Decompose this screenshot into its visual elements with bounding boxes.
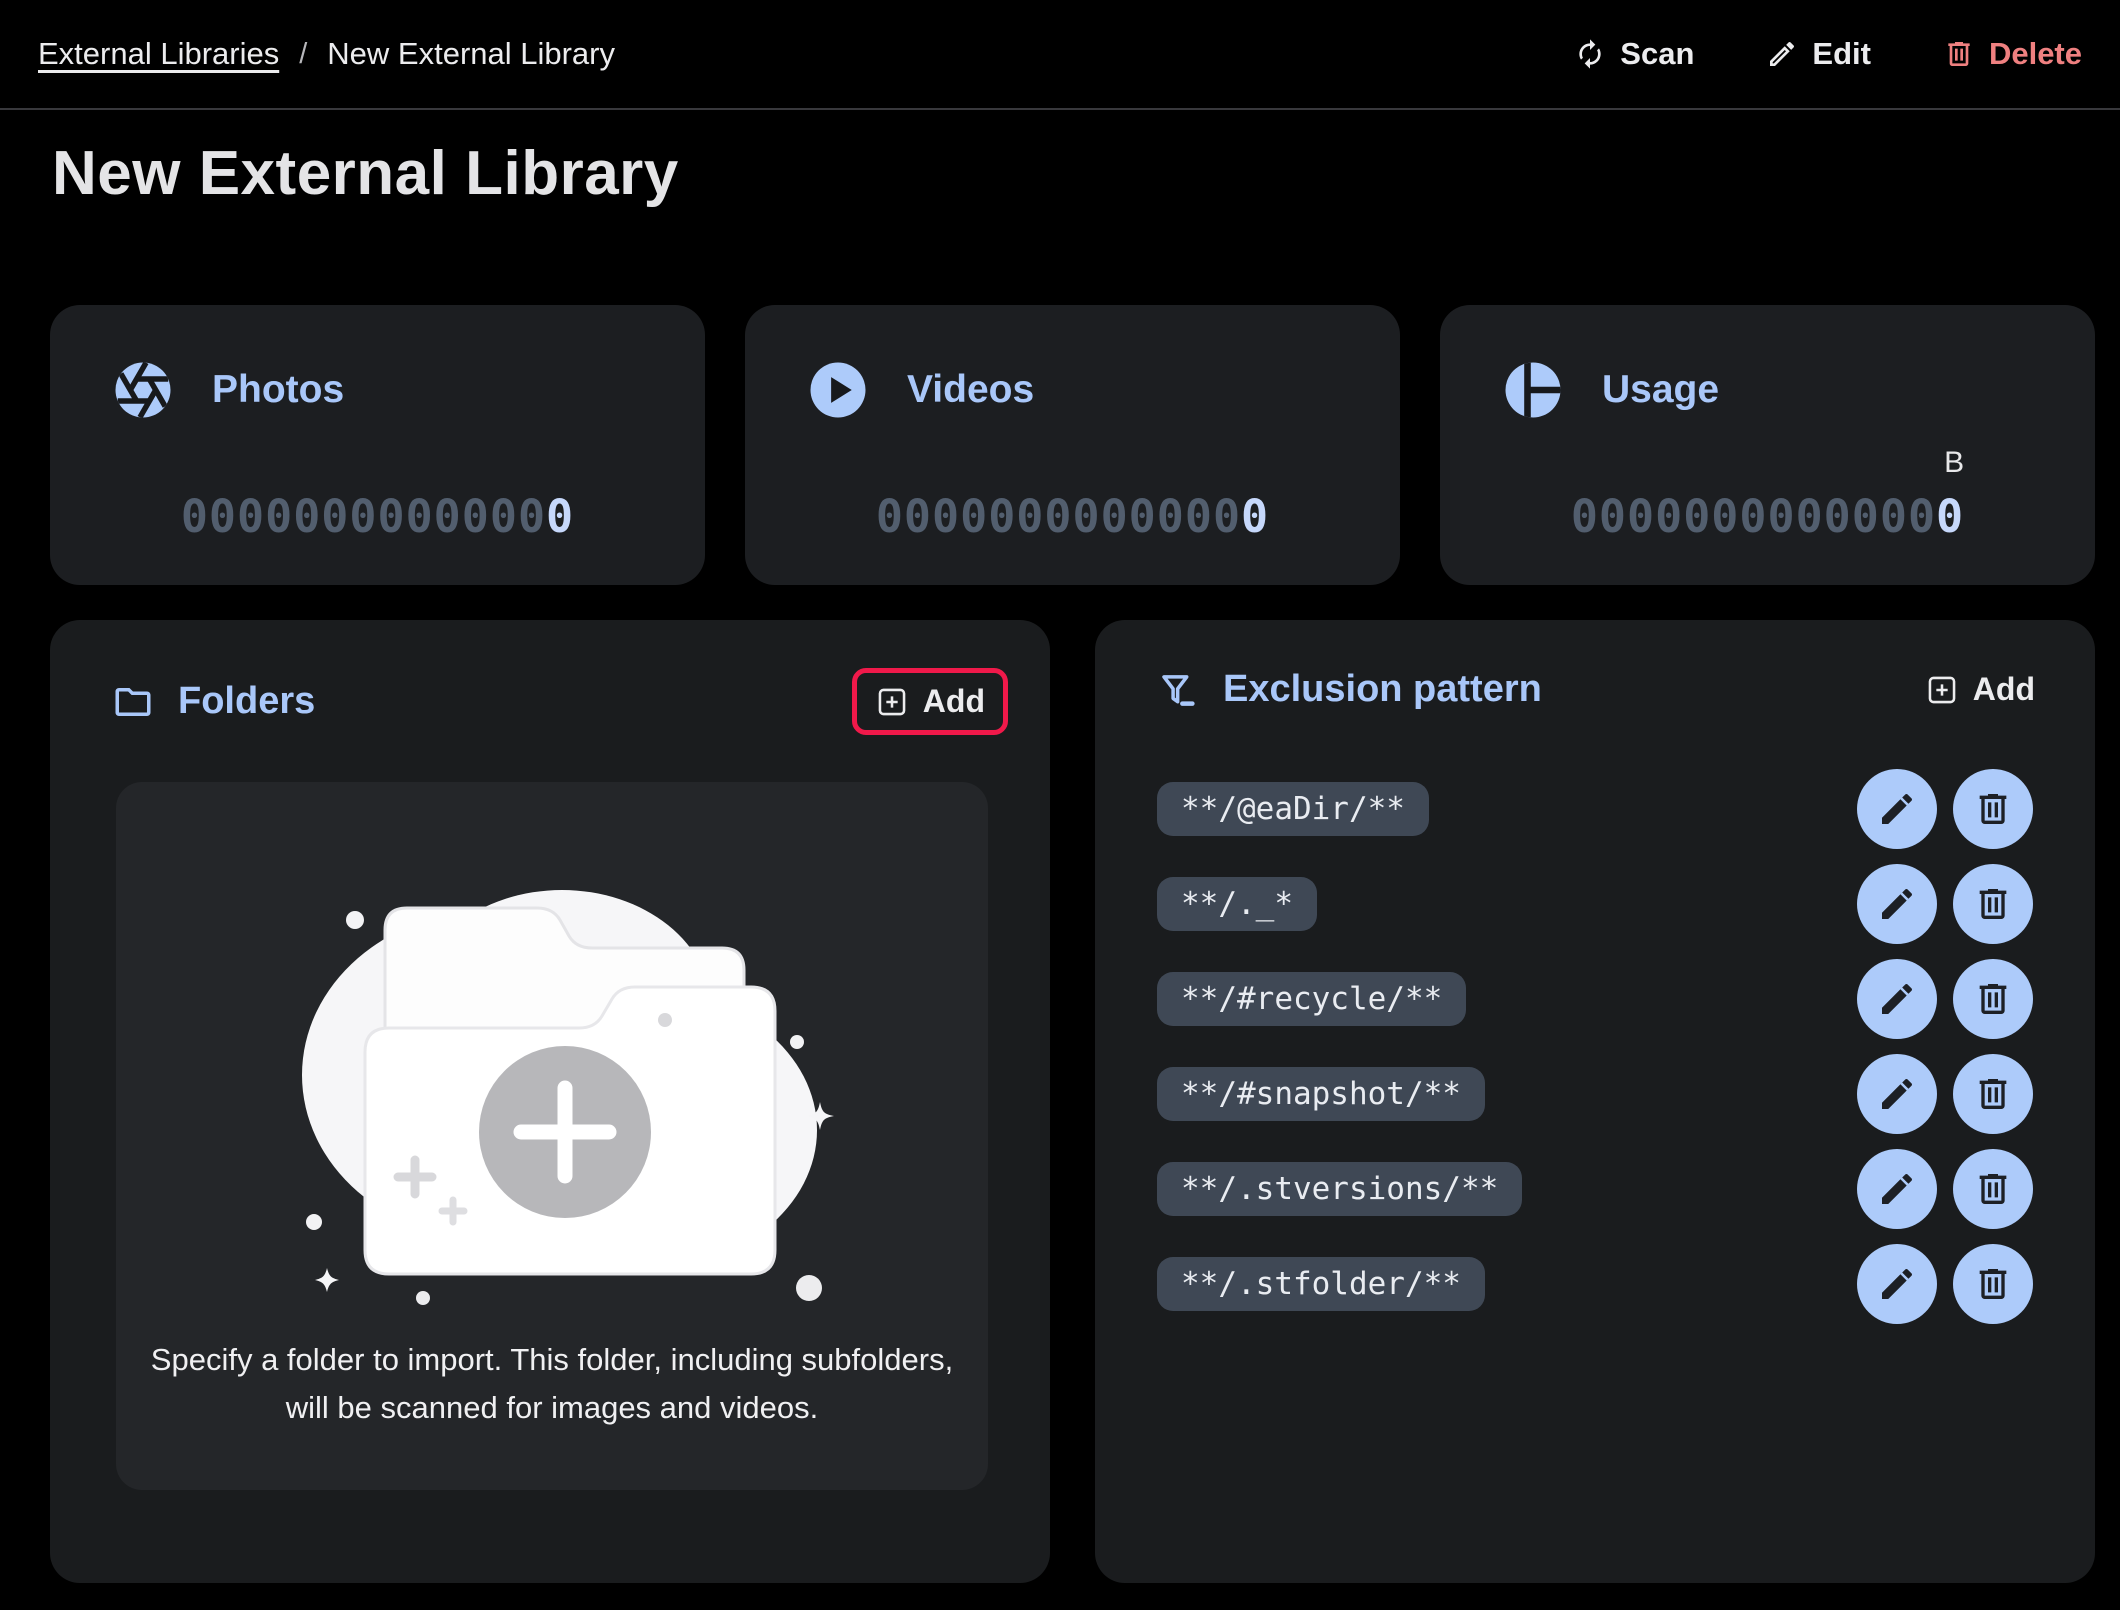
folders-add-label: Add: [923, 683, 985, 720]
folder-empty-illustration: [257, 830, 847, 1310]
folders-panel: Folders Add: [50, 620, 1050, 1583]
stat-label-videos: Videos: [907, 368, 1034, 412]
pattern-chip: **/#recycle/**: [1157, 972, 1466, 1026]
leading-zeros: 0000000000000: [1571, 490, 1936, 543]
exclusion-pattern-list: **/@eaDir/** **/._* **: [1095, 781, 2095, 1351]
plus-square-icon: [1925, 673, 1959, 707]
stats-row: Photos 00000000000000 Videos 00000000000…: [50, 305, 2095, 585]
stat-value: 0: [1241, 490, 1269, 543]
pattern-edit-button[interactable]: [1857, 1244, 1937, 1324]
pattern-edit-button[interactable]: [1857, 864, 1937, 944]
pattern-delete-button[interactable]: [1953, 864, 2033, 944]
breadcrumb-link-external-libraries[interactable]: External Libraries: [38, 36, 279, 72]
edit-button[interactable]: Edit: [1766, 36, 1871, 72]
pattern-row: **/._*: [1157, 876, 2033, 932]
target-highlight-ring: Add: [852, 668, 1008, 735]
pattern-delete-button[interactable]: [1953, 1149, 2033, 1229]
stat-value-usage: B00000000000000: [1440, 490, 2095, 543]
page-title: New External Library: [52, 138, 679, 209]
stat-value: 0: [546, 490, 574, 543]
exclusion-add-label: Add: [1973, 671, 2035, 708]
pattern-edit-button[interactable]: [1857, 959, 1937, 1039]
exclusion-pattern-panel: Exclusion pattern Add **/@eaDir/**: [1095, 620, 2095, 1583]
leading-zeros: 0000000000000: [181, 490, 546, 543]
stat-label-usage: Usage: [1602, 368, 1719, 412]
pattern-row: **/#snapshot/**: [1157, 1066, 2033, 1122]
pattern-edit-button[interactable]: [1857, 1054, 1937, 1134]
stat-label-photos: Photos: [212, 368, 344, 412]
aperture-icon: [110, 357, 176, 423]
delete-label: Delete: [1989, 36, 2082, 72]
breadcrumb-separator: /: [299, 38, 307, 71]
folder-icon: [112, 681, 154, 723]
breadcrumb: External Libraries / New External Librar…: [38, 36, 615, 72]
play-circle-icon: [805, 357, 871, 423]
trash-icon: [1943, 38, 1975, 70]
exclusion-add-button[interactable]: Add: [1925, 671, 2035, 708]
leading-zeros: 0000000000000: [876, 490, 1241, 543]
breadcrumb-current: New External Library: [327, 36, 615, 72]
stat-value: 0: [1936, 490, 1964, 543]
stat-card-usage: Usage B00000000000000: [1440, 305, 2095, 585]
plus-square-icon: [875, 685, 909, 719]
pattern-chip: **/#snapshot/**: [1157, 1067, 1485, 1121]
scan-button[interactable]: Scan: [1574, 36, 1694, 72]
folders-title-label: Folders: [178, 680, 315, 723]
pattern-delete-button[interactable]: [1953, 1244, 2033, 1324]
filter-minus-icon: [1157, 669, 1199, 711]
pattern-row: **/.stversions/**: [1157, 1161, 2033, 1217]
stat-unit-b: B: [1944, 446, 1964, 480]
pattern-edit-button[interactable]: [1857, 1149, 1937, 1229]
stat-card-photos: Photos 00000000000000: [50, 305, 705, 585]
pattern-chip: **/@eaDir/**: [1157, 782, 1429, 836]
header-actions: Scan Edit Delete: [1574, 36, 2082, 72]
pattern-row: **/@eaDir/**: [1157, 781, 2033, 837]
pattern-chip: **/.stfolder/**: [1157, 1257, 1485, 1311]
sync-icon: [1574, 38, 1606, 70]
stat-value-photos: 00000000000000: [50, 490, 705, 543]
exclusion-title-label: Exclusion pattern: [1223, 668, 1542, 711]
pattern-delete-button[interactable]: [1953, 769, 2033, 849]
stat-value-videos: 00000000000000: [745, 490, 1400, 543]
pencil-icon: [1766, 38, 1798, 70]
delete-button[interactable]: Delete: [1943, 36, 2082, 72]
header-bar: External Libraries / New External Librar…: [0, 0, 2120, 110]
pattern-chip: **/.stversions/**: [1157, 1162, 1522, 1216]
folders-panel-title: Folders: [112, 680, 315, 723]
exclusion-panel-title: Exclusion pattern: [1157, 668, 1542, 711]
pattern-delete-button[interactable]: [1953, 1054, 2033, 1134]
folders-empty-text: Specify a folder to import. This folder,…: [147, 1336, 957, 1433]
folders-add-button[interactable]: Add: [875, 683, 985, 720]
edit-label: Edit: [1812, 36, 1871, 72]
pattern-chip: **/._*: [1157, 877, 1317, 931]
pattern-edit-button[interactable]: [1857, 769, 1937, 849]
folders-empty-state: Specify a folder to import. This folder,…: [116, 782, 988, 1490]
pie-chart-icon: [1500, 357, 1566, 423]
stat-card-videos: Videos 00000000000000: [745, 305, 1400, 585]
pattern-delete-button[interactable]: [1953, 959, 2033, 1039]
scan-label: Scan: [1620, 36, 1694, 72]
pattern-row: **/.stfolder/**: [1157, 1256, 2033, 1312]
pattern-row: **/#recycle/**: [1157, 971, 2033, 1027]
